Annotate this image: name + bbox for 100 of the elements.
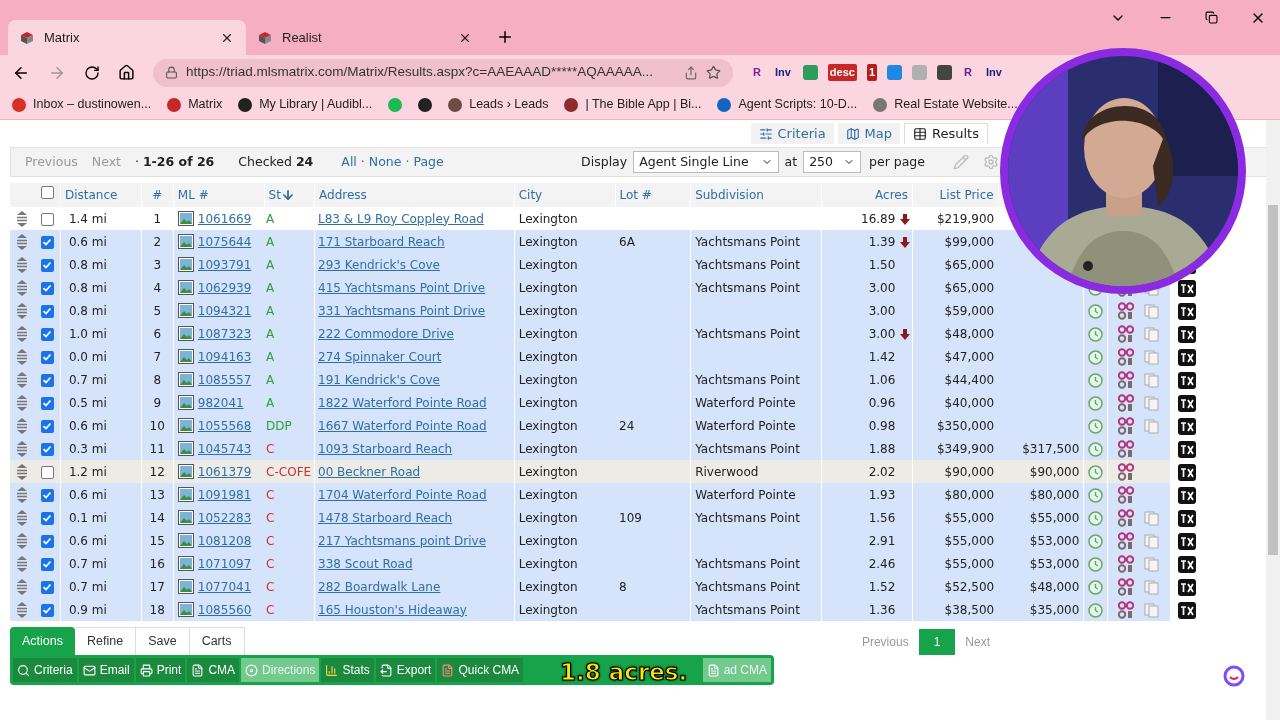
select-link[interactable]: None — [368, 152, 402, 172]
drag-handle-icon[interactable] — [15, 602, 30, 618]
column-header[interactable]: # — [152, 186, 163, 204]
co-op-icon[interactable] — [1117, 531, 1134, 550]
listing-link[interactable]: 1077041 — [197, 577, 252, 596]
photo-icon[interactable] — [177, 326, 194, 342]
checkbox[interactable] — [40, 327, 54, 341]
photo-icon[interactable] — [177, 395, 194, 411]
new-tab-icon[interactable] — [496, 28, 514, 46]
photo-icon[interactable] — [177, 418, 194, 434]
co-op-icon[interactable] — [1117, 393, 1134, 412]
drag-handle-icon[interactable] — [15, 441, 30, 457]
drag-handle-icon[interactable] — [15, 257, 30, 273]
address-link[interactable]: 171 Starboard Reach — [318, 234, 445, 249]
share-icon[interactable] — [684, 65, 698, 80]
bookmark-link[interactable]: Matrix — [188, 95, 223, 114]
bookmark-link[interactable]: My Library | Audibl... — [259, 95, 373, 114]
address-link[interactable]: 274 Spinnaker Court — [318, 349, 442, 364]
tx-icon[interactable] — [1178, 325, 1197, 343]
address-link[interactable]: 1704 Waterford Pointe Road — [318, 487, 487, 502]
select-link[interactable]: Page — [413, 152, 444, 172]
drag-handle-icon[interactable] — [15, 349, 30, 365]
extension-button[interactable]: R — [962, 64, 974, 81]
clock-icon[interactable] — [1088, 602, 1103, 618]
checkbox[interactable] — [40, 580, 54, 594]
drag-handle-icon[interactable] — [15, 211, 30, 227]
address-link[interactable]: 331 Yachtsmans Point Drive — [318, 303, 486, 318]
listing-link[interactable]: 1055568 — [197, 416, 252, 435]
listing-link[interactable]: 1045743 — [197, 439, 252, 458]
reload-icon[interactable] — [84, 64, 100, 81]
select-link[interactable]: All — [341, 152, 357, 172]
clock-icon[interactable] — [1088, 510, 1103, 526]
listing-link[interactable]: 1052283 — [197, 508, 252, 527]
per-page-select[interactable]: 250 — [803, 151, 862, 173]
checkbox[interactable] — [40, 396, 54, 410]
clock-icon[interactable] — [1088, 349, 1103, 365]
drag-handle-icon[interactable] — [15, 556, 30, 572]
clock-icon[interactable] — [1088, 579, 1103, 595]
listing-link[interactable]: 1094163 — [197, 347, 252, 366]
checkbox[interactable] — [40, 235, 54, 249]
listing-link[interactable]: 1085557 — [197, 370, 252, 389]
extension-button[interactable]: R — [751, 64, 763, 81]
address-link[interactable]: 191 Kendrick's Cove — [318, 372, 440, 387]
next-link[interactable]: Next — [91, 152, 121, 172]
drag-handle-icon[interactable] — [15, 326, 30, 342]
photo-icon[interactable] — [177, 487, 194, 503]
checkbox[interactable] — [40, 603, 54, 617]
address-link[interactable]: 1093 Starboard Reach — [318, 441, 453, 456]
tx-icon[interactable] — [1178, 394, 1197, 412]
action-button[interactable]: Export — [375, 658, 436, 682]
action-tab[interactable]: Save — [136, 627, 190, 655]
restore-icon[interactable] — [1205, 11, 1218, 24]
co-op-icon[interactable] — [1117, 370, 1134, 389]
extension-button[interactable]: Inv — [984, 64, 1004, 81]
column-header[interactable]: List Price — [939, 186, 994, 204]
home-icon[interactable] — [118, 64, 135, 81]
clock-icon[interactable] — [1088, 303, 1103, 319]
tx-icon[interactable] — [1178, 440, 1197, 458]
clock-icon[interactable] — [1088, 418, 1103, 434]
checkbox[interactable] — [40, 419, 54, 433]
action-button[interactable]: Quick CMA — [437, 658, 524, 682]
co-op-icon[interactable] — [1117, 439, 1134, 458]
page-number[interactable]: 1 — [918, 629, 956, 655]
drag-handle-icon[interactable] — [15, 510, 30, 526]
checkbox[interactable] — [40, 511, 54, 525]
photo-icon[interactable] — [177, 349, 194, 365]
extension-icon[interactable] — [937, 65, 953, 80]
photo-icon[interactable] — [177, 280, 194, 296]
clock-icon[interactable] — [1088, 487, 1103, 503]
action-button[interactable]: Criteria — [13, 658, 77, 682]
clock-icon[interactable] — [1088, 464, 1103, 480]
co-op-icon[interactable] — [1117, 508, 1134, 527]
co-op-icon[interactable] — [1117, 347, 1134, 366]
photo-icon[interactable] — [177, 510, 194, 526]
drag-handle-icon[interactable] — [15, 464, 30, 480]
co-op-icon[interactable] — [1117, 485, 1134, 504]
action-button[interactable]: Print — [135, 658, 186, 682]
drag-handle-icon[interactable] — [15, 395, 30, 411]
bookmark-icon[interactable] — [238, 97, 253, 112]
address-link[interactable]: 1667 Waterford Pointe Road — [318, 418, 487, 433]
checkbox[interactable] — [40, 465, 54, 479]
bookmark-star-icon[interactable] — [706, 65, 721, 80]
tx-icon[interactable] — [1178, 532, 1197, 550]
photo-icon[interactable] — [177, 533, 194, 549]
photo-icon[interactable] — [177, 303, 194, 319]
listing-link[interactable]: 1071097 — [197, 554, 252, 573]
tx-icon[interactable] — [1178, 463, 1197, 481]
bookmark-link[interactable]: Agent Scripts: 10-D... — [738, 95, 858, 114]
address-bar[interactable]: https://triad.mlsmatrix.com/Matrix/Results.aspx?c=AAEAAAD*****AQAAAAA... — [153, 58, 733, 87]
listing-link[interactable]: 1093791 — [197, 255, 252, 274]
clock-icon[interactable] — [1088, 441, 1103, 457]
photo-icon[interactable] — [177, 441, 194, 457]
checkbox[interactable] — [40, 350, 54, 364]
drag-handle-icon[interactable] — [15, 303, 30, 319]
extension-button[interactable]: 1 — [866, 64, 878, 81]
address-link[interactable]: 293 Kendrick's Cove — [318, 257, 440, 272]
checkbox[interactable] — [40, 442, 54, 456]
co-op-icon[interactable] — [1117, 554, 1134, 573]
column-header[interactable]: Acres — [875, 186, 908, 204]
drag-handle-icon[interactable] — [15, 372, 30, 388]
